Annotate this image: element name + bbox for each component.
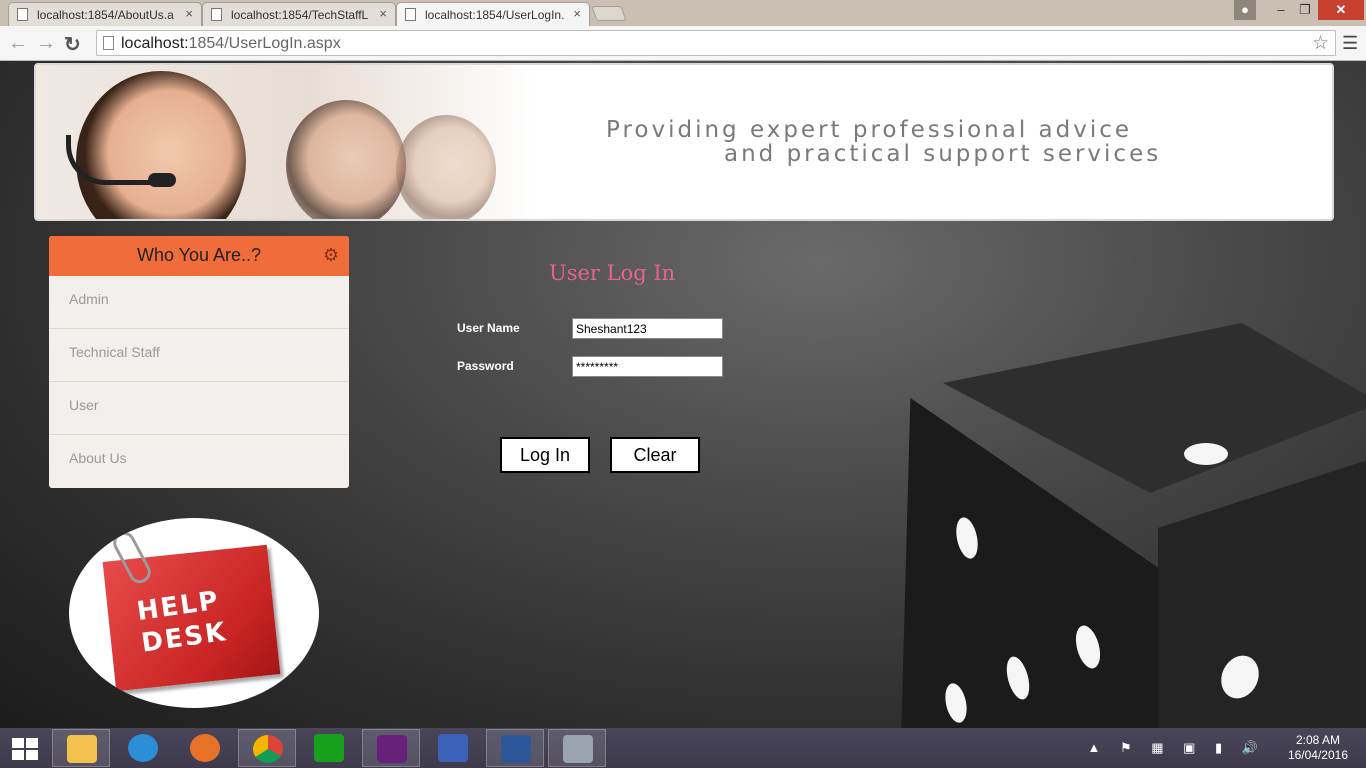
username-input[interactable] [572, 318, 723, 339]
page-icon [405, 8, 416, 21]
sidebar-header: Who You Are..? ⚙ [49, 236, 349, 276]
dice-right-face [1158, 443, 1366, 728]
agent-figure [396, 115, 496, 219]
banner-tagline-1: Providing expert professional advice [606, 117, 1133, 143]
role-sidebar: Who You Are..? ⚙ Admin Technical Staff U… [49, 236, 349, 488]
clear-button[interactable]: Clear [610, 437, 700, 473]
dice-pip [1184, 443, 1228, 465]
user-icon[interactable]: ● [1234, 0, 1256, 20]
header-banner: Providing expert professional advice and… [34, 63, 1334, 221]
banner-tagline-2: and practical support services [724, 141, 1162, 167]
close-icon[interactable]: × [379, 6, 387, 21]
tray-icons[interactable]: ▲ ⚑ ▦ ▣ ▮ 🔊 [1088, 740, 1267, 756]
window-close-button[interactable]: ✕ [1318, 0, 1364, 20]
hamburger-menu-icon[interactable]: ☰ [1342, 33, 1358, 54]
tab-techstaff[interactable]: localhost:1854/TechStaffL × [202, 2, 396, 26]
sidebar-item-admin[interactable]: Admin [49, 276, 349, 329]
password-label: Password [457, 359, 514, 373]
help-desk-logo: HELP DESK [69, 518, 319, 708]
chrome-icon[interactable] [238, 729, 296, 767]
tab-title: localhost:1854/UserLogIn. [425, 8, 565, 22]
dice-decoration [900, 313, 1366, 728]
tab-userlogin[interactable]: localhost:1854/UserLogIn. × [396, 2, 590, 26]
minimize-button[interactable]: – [1268, 0, 1294, 20]
restore-button[interactable]: ❐ [1294, 0, 1316, 20]
windows-start-icon[interactable] [12, 738, 38, 760]
browser-toolbar: ← → ↻ localhost:1854/UserLogIn.aspx ☆ ☰ [0, 26, 1366, 61]
url-host: localhost: [121, 35, 189, 52]
page-content: Providing expert professional advice and… [0, 61, 1366, 728]
browser-tabstrip: localhost:1854/AboutUs.a × localhost:185… [0, 0, 1366, 26]
close-icon[interactable]: × [185, 6, 193, 21]
username-label: User Name [457, 321, 520, 335]
close-icon[interactable]: × [573, 6, 581, 21]
url-text[interactable]: localhost:1854/UserLogIn.aspx [121, 35, 341, 53]
windows-taskbar: ▲ ⚑ ▦ ▣ ▮ 🔊 2:08 AM 16/04/2016 [0, 728, 1366, 768]
word-icon[interactable] [486, 729, 544, 767]
address-bar[interactable]: localhost:1854/UserLogIn.aspx ☆ [96, 30, 1336, 56]
support-team-photo [36, 65, 536, 219]
gear-icon: ⚙ [322, 245, 339, 265]
new-tab-button[interactable] [591, 6, 627, 21]
internet-explorer-icon[interactable] [114, 729, 172, 767]
url-path: 1854/UserLogIn.aspx [188, 35, 341, 52]
clock[interactable]: 2:08 AM 16/04/2016 [1288, 733, 1348, 763]
agent-figure [286, 100, 406, 219]
clock-time: 2:08 AM [1295, 733, 1340, 747]
clock-date: 16/04/2016 [1287, 748, 1348, 762]
media-tool-icon[interactable] [548, 729, 606, 767]
back-arrow-icon[interactable]: ← [8, 32, 28, 55]
forward-arrow-icon[interactable]: → [36, 32, 56, 55]
page-icon [103, 36, 114, 50]
sidebar-item-technical-staff[interactable]: Technical Staff [49, 329, 349, 382]
sidebar-item-user[interactable]: User [49, 382, 349, 435]
password-input[interactable] [572, 356, 723, 377]
visual-studio-icon[interactable] [362, 729, 420, 767]
microphone-icon [148, 173, 176, 187]
firefox-icon[interactable] [176, 729, 234, 767]
visio-icon[interactable] [424, 729, 482, 767]
reload-icon[interactable]: ↻ [64, 32, 81, 57]
tab-aboutus[interactable]: localhost:1854/AboutUs.a × [8, 2, 202, 26]
sidebar-title: Who You Are..? [136, 245, 262, 265]
tab-title: localhost:1854/TechStaffL [231, 8, 369, 22]
bookmark-star-icon[interactable]: ☆ [1312, 32, 1329, 55]
help-desk-text: HELP DESK [135, 584, 229, 659]
page-icon [17, 8, 28, 21]
store-icon[interactable] [300, 729, 358, 767]
tab-title: localhost:1854/AboutUs.a [37, 8, 174, 22]
login-title: User Log In [549, 261, 676, 285]
page-icon [211, 8, 222, 21]
login-button[interactable]: Log In [500, 437, 590, 473]
sidebar-item-about-us[interactable]: About Us [49, 435, 349, 488]
file-explorer-icon[interactable] [52, 729, 110, 767]
